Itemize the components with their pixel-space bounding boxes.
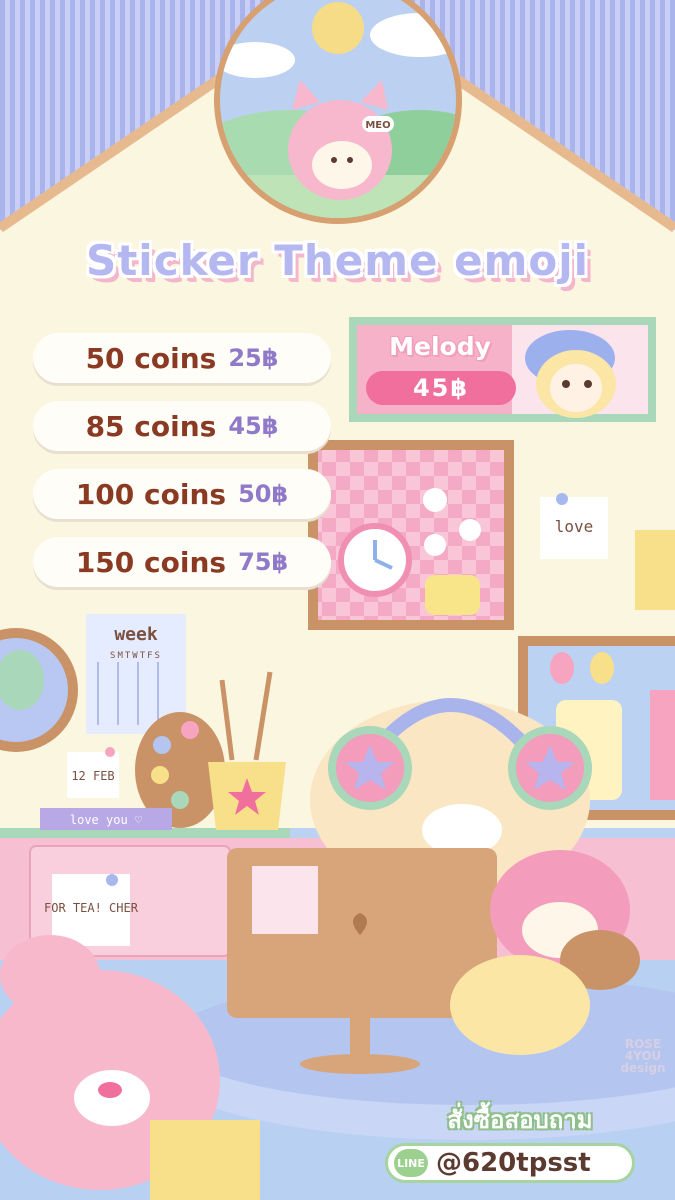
page-title: Sticker Theme emoji xyxy=(85,236,590,285)
coins-amount: 100 coins xyxy=(75,477,227,511)
brand-watermark: ROSE 4YOU design xyxy=(620,1037,666,1075)
melody-price: 45฿ xyxy=(366,371,516,405)
flower-frame xyxy=(308,440,514,630)
line-id: @620tpsst xyxy=(436,1148,591,1178)
meo-badge: MEO xyxy=(365,120,390,131)
calendar-title: week xyxy=(114,624,158,645)
price-row: 100 coins 50฿ xyxy=(33,469,331,519)
price-row: 85 coins 45฿ xyxy=(33,401,331,451)
calendar-days: SMTWTFS xyxy=(110,651,162,661)
date-note-text: 12 FEB xyxy=(71,769,114,783)
price-row: 150 coins 75฿ xyxy=(33,537,331,587)
love-note-text: love xyxy=(555,517,594,536)
price-row: 50 coins 25฿ xyxy=(33,333,331,383)
order-inquiry-label: สั่งซื้อสอบถาม xyxy=(447,1106,593,1134)
love-you-text: love you ♡ xyxy=(70,813,143,827)
baht-price: 50฿ xyxy=(238,480,289,508)
baht-price: 25฿ xyxy=(228,344,279,372)
coins-amount: 85 coins xyxy=(85,409,217,443)
line-contact[interactable]: LINE @620tpsst xyxy=(385,1143,635,1183)
coins-amount: 50 coins xyxy=(85,341,217,375)
line-icon: LINE xyxy=(394,1149,428,1177)
melody-name: Melody xyxy=(389,332,491,361)
room-illustration: MEO love week SMTWTFS 12 FEB love you ♡ … xyxy=(0,0,675,1200)
for-teacher-text: FOR TEA! CHER xyxy=(44,901,139,915)
baht-price: 45฿ xyxy=(228,412,279,440)
coins-amount: 150 coins xyxy=(75,545,227,579)
baht-price: 75฿ xyxy=(238,548,289,576)
smile-note xyxy=(635,530,675,610)
